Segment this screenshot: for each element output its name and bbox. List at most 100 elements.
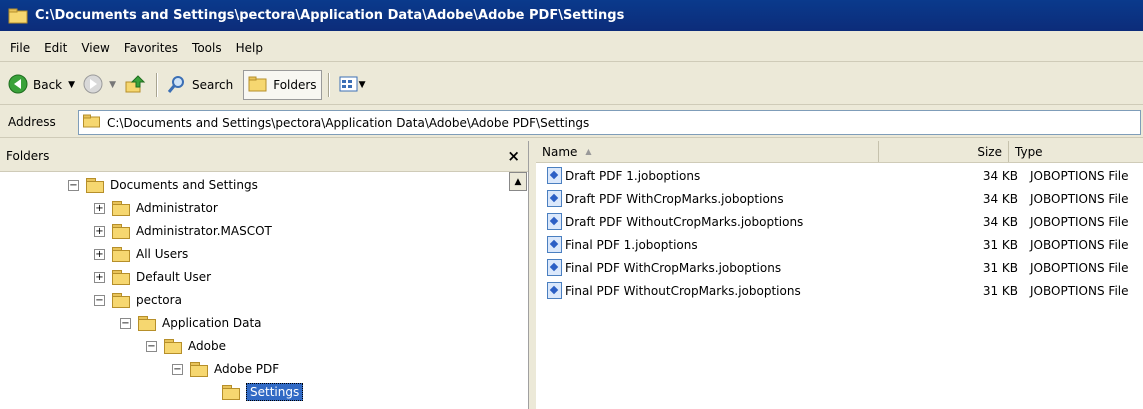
views-icon: [339, 75, 359, 96]
file-type: JOBOPTIONS File: [1030, 260, 1129, 275]
address-label: Address: [8, 115, 56, 129]
column-header-name[interactable]: Name ▲: [536, 141, 884, 162]
folders-button[interactable]: Folders: [243, 70, 322, 100]
file-size: 31 KB: [982, 237, 1018, 252]
tree-node-settings[interactable]: Settings: [222, 381, 304, 403]
tree-node-pectora[interactable]: − pectora: [94, 289, 182, 311]
toolbar-separator: [155, 73, 157, 97]
tree-node-default-user[interactable]: + Default User: [94, 266, 211, 288]
close-icon[interactable]: ×: [507, 147, 520, 165]
joboptions-file-icon: [547, 282, 562, 299]
tree-node-adobe[interactable]: − Adobe: [146, 335, 226, 357]
folder-icon: [112, 201, 130, 216]
tree-node-all-users[interactable]: + All Users: [94, 243, 188, 265]
back-button[interactable]: Back ▼: [4, 71, 79, 99]
file-row[interactable]: Final PDF 1.joboptions 31 KB JOBOPTIONS …: [536, 234, 1143, 255]
collapse-icon[interactable]: −: [120, 317, 131, 329]
up-folder-icon: [124, 73, 146, 98]
up-button[interactable]: [120, 71, 150, 99]
expand-icon[interactable]: +: [94, 271, 105, 283]
forward-dropdown-icon[interactable]: ▼: [109, 80, 116, 90]
toolbar: Back ▼ ▼ Search Folders ▼: [0, 66, 1143, 105]
folders-pane-header: Folders ×: [0, 141, 528, 172]
file-name: Draft PDF WithoutCropMarks.joboptions: [565, 214, 804, 229]
address-folder-icon: [83, 114, 101, 131]
sort-ascending-icon: ▲: [585, 147, 592, 156]
file-name: Final PDF WithoutCropMarks.joboptions: [565, 283, 801, 298]
file-type: JOBOPTIONS File: [1030, 214, 1129, 229]
folder-open-icon: [222, 385, 240, 400]
folder-icon: [138, 316, 156, 331]
joboptions-file-icon: [547, 190, 562, 207]
menu-view[interactable]: View: [81, 41, 109, 55]
file-size: 34 KB: [982, 214, 1018, 229]
menu-help[interactable]: Help: [236, 41, 263, 55]
search-button[interactable]: Search: [163, 71, 237, 99]
views-dropdown-icon: ▼: [358, 80, 366, 90]
tree-node-label: Administrator: [136, 201, 218, 215]
tree-node-documents-and-settings[interactable]: − Documents and Settings: [68, 174, 258, 196]
collapse-icon[interactable]: −: [146, 340, 157, 352]
column-type-label: Type: [1015, 144, 1043, 159]
file-row[interactable]: Final PDF WithoutCropMarks.joboptions 31…: [536, 280, 1143, 301]
folders-label: Folders: [273, 78, 317, 92]
back-arrow-icon: [8, 74, 28, 97]
toolbar-separator: [327, 73, 329, 97]
tree-node-label: All Users: [136, 247, 189, 261]
expand-icon[interactable]: +: [94, 248, 105, 260]
folder-icon: [112, 247, 130, 262]
folders-pane: Folders × ▲ − Documents and Settings + A…: [0, 141, 529, 409]
forward-button[interactable]: ▼: [79, 71, 120, 99]
joboptions-file-icon: [547, 167, 562, 184]
file-row[interactable]: Draft PDF WithCropMarks.joboptions 34 KB…: [536, 188, 1143, 209]
tree-node-label: Administrator.MASCOT: [136, 224, 272, 238]
search-label: Search: [191, 78, 234, 92]
menu-edit[interactable]: Edit: [44, 41, 67, 55]
menu-file[interactable]: File: [10, 41, 30, 55]
joboptions-file-icon: [547, 236, 562, 253]
file-type: JOBOPTIONS File: [1030, 168, 1129, 183]
folder-icon: [190, 362, 208, 377]
file-size: 31 KB: [982, 283, 1018, 298]
collapse-icon[interactable]: −: [68, 179, 79, 191]
views-button[interactable]: ▼: [335, 71, 370, 99]
collapse-icon[interactable]: −: [94, 294, 105, 306]
menu-tools[interactable]: Tools: [192, 41, 222, 55]
tree-node-administrator-mascot[interactable]: + Administrator.MASCOT: [94, 220, 272, 242]
folders-icon: [248, 75, 268, 96]
joboptions-file-icon: [547, 259, 562, 276]
tree-node-label: Adobe PDF: [214, 362, 280, 376]
window-title: C:\Documents and Settings\pectora\Applic…: [35, 8, 625, 23]
joboptions-file-icon: [547, 213, 562, 230]
file-size: 34 KB: [982, 191, 1018, 206]
file-type: JOBOPTIONS File: [1030, 191, 1129, 206]
file-row[interactable]: Final PDF WithCropMarks.joboptions 31 KB…: [536, 257, 1143, 278]
scrollbar-up-button[interactable]: ▲: [509, 172, 527, 191]
back-dropdown-icon[interactable]: ▼: [68, 80, 75, 90]
tree-node-administrator[interactable]: + Administrator: [94, 197, 218, 219]
tree-node-application-data[interactable]: − Application Data: [120, 312, 262, 334]
tree-node-label: Application Data: [162, 316, 262, 330]
tree-node-label: Documents and Settings: [110, 178, 258, 192]
tree-node-label-selected: Settings: [246, 383, 304, 401]
folder-icon: [112, 270, 130, 285]
column-header-type[interactable]: Type: [1008, 141, 1143, 162]
title-bar: C:\Documents and Settings\pectora\Applic…: [0, 0, 1143, 31]
folder-icon: [86, 178, 104, 193]
folder-icon: [112, 224, 130, 239]
tree-node-adobe-pdf[interactable]: − Adobe PDF: [172, 358, 279, 380]
expand-icon[interactable]: +: [94, 202, 105, 214]
tree-node-label: pectora: [136, 293, 182, 307]
forward-arrow-icon: [83, 74, 103, 97]
folders-pane-title: Folders: [6, 149, 50, 163]
collapse-icon[interactable]: −: [172, 363, 183, 375]
file-row[interactable]: Draft PDF 1.joboptions 34 KB JOBOPTIONS …: [536, 165, 1143, 186]
column-header-size[interactable]: Size: [878, 141, 1008, 162]
address-input[interactable]: C:\Documents and Settings\pectora\Applic…: [78, 110, 1141, 135]
expand-icon[interactable]: +: [94, 225, 105, 237]
column-headers: Name ▲ Size Type: [536, 141, 1143, 163]
file-name: Final PDF WithCropMarks.joboptions: [565, 260, 782, 275]
file-row[interactable]: Draft PDF WithoutCropMarks.joboptions 34…: [536, 211, 1143, 232]
file-type: JOBOPTIONS File: [1030, 237, 1129, 252]
menu-favorites[interactable]: Favorites: [124, 41, 178, 55]
